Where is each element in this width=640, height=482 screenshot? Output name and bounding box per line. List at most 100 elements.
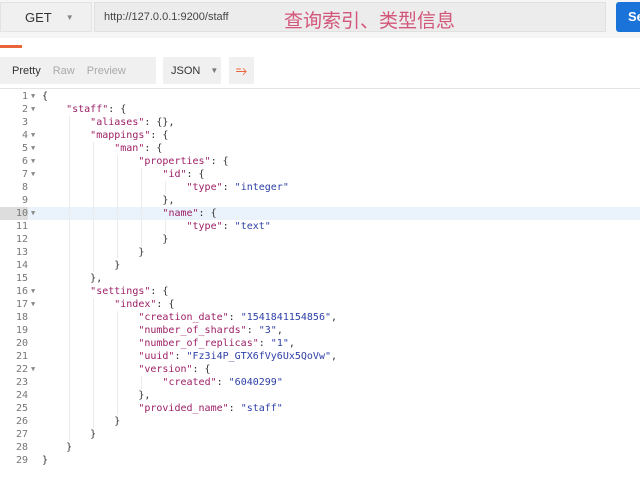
fold-toggle-icon[interactable]: ▼ xyxy=(28,363,42,376)
fold-gutter xyxy=(28,116,42,129)
code-line: 6 ▼ "properties": { xyxy=(0,155,640,168)
fold-toggle-icon[interactable]: ▼ xyxy=(28,298,42,311)
code-text: } xyxy=(42,441,72,454)
json-punctuation: : xyxy=(246,325,259,336)
fold-toggle-icon[interactable]: ▼ xyxy=(28,142,42,155)
fold-gutter xyxy=(28,259,42,272)
json-key: "index" xyxy=(114,299,157,310)
code-line: 20 "number_of_replicas": "1", xyxy=(0,337,640,350)
json-string: "text" xyxy=(234,221,271,232)
code-line: 23 "created": "6040299" xyxy=(0,376,640,389)
json-key: "mappings" xyxy=(90,130,151,141)
indent-guide xyxy=(165,220,166,233)
fold-toggle-icon[interactable]: ▼ xyxy=(28,207,42,220)
wrap-lines-icon: ⥱ xyxy=(235,62,248,78)
code-line: 12 } xyxy=(0,233,640,246)
indent-guide xyxy=(69,116,70,129)
indent-guide xyxy=(93,298,94,311)
indent-guide xyxy=(93,168,94,181)
active-tab-indicator xyxy=(0,45,22,48)
format-select[interactable]: JSON ▼ xyxy=(163,57,221,84)
fold-gutter xyxy=(28,376,42,389)
code-text: "provided_name": "staff" xyxy=(42,402,283,415)
indent-guide xyxy=(69,129,70,142)
indent-guide xyxy=(69,363,70,376)
json-punctuation: : { xyxy=(186,169,205,180)
indent-guide xyxy=(69,324,70,337)
indent-guide xyxy=(69,376,70,389)
json-punctuation: : { xyxy=(108,104,127,115)
indent-guide xyxy=(141,181,142,194)
json-punctuation: : xyxy=(228,312,241,323)
json-string: "Fz3i4P_GTX6fVy6Ux5QoVw" xyxy=(186,351,332,362)
line-number: 5 xyxy=(21,143,28,154)
code-text: "id": { xyxy=(42,168,205,181)
indent-guide xyxy=(117,155,118,168)
code-line: 5 ▼ "man": { xyxy=(0,142,640,155)
code-line: 13 } xyxy=(0,246,640,259)
code-text: "settings": { xyxy=(42,285,168,298)
code-text: "index": { xyxy=(42,298,174,311)
json-punctuation: : { xyxy=(210,156,229,167)
line-number: 6 xyxy=(21,156,28,167)
json-punctuation: : xyxy=(228,403,241,414)
code-line: 25 "provided_name": "staff" xyxy=(0,402,640,415)
line-number: 3 xyxy=(21,117,28,128)
json-key: "type" xyxy=(186,221,223,232)
indent-guide xyxy=(117,194,118,207)
indent-guide xyxy=(69,246,70,259)
fold-toggle-icon[interactable]: ▼ xyxy=(28,129,42,142)
json-key: "provided_name" xyxy=(138,403,229,414)
line-number: 20 xyxy=(15,338,28,349)
indent-guide xyxy=(93,363,94,376)
response-body-editor[interactable]: 1 ▼{2 ▼ "staff": {3 "aliases": {}, 4 ▼ "mapp… xyxy=(0,90,640,467)
indent-guide xyxy=(69,337,70,350)
line-number: 10 xyxy=(0,207,28,220)
fold-toggle-icon[interactable]: ▼ xyxy=(28,103,42,116)
json-key: "uuid" xyxy=(138,351,175,362)
fold-toggle-icon[interactable]: ▼ xyxy=(28,155,42,168)
indent-guide xyxy=(69,298,70,311)
code-line: 28 } xyxy=(0,441,640,454)
json-punctuation: } xyxy=(114,416,121,427)
indent-guide xyxy=(69,428,70,441)
line-number: 7 xyxy=(21,169,28,180)
fold-toggle-icon[interactable]: ▼ xyxy=(28,90,42,103)
code-line: 19 "number_of_shards": "3", xyxy=(0,324,640,337)
code-text: "number_of_replicas": "1", xyxy=(42,337,295,350)
send-button[interactable]: Se xyxy=(616,2,640,32)
indent-guide xyxy=(141,207,142,220)
json-key: "id" xyxy=(162,169,187,180)
indent-guide xyxy=(69,155,70,168)
code-text: "number_of_shards": "3", xyxy=(42,324,283,337)
view-pretty[interactable]: Pretty xyxy=(0,65,41,77)
code-line: 8 "type": "integer" xyxy=(0,181,640,194)
line-number: 23 xyxy=(15,377,28,388)
line-number: 24 xyxy=(15,390,28,401)
view-preview[interactable]: Preview xyxy=(75,65,126,77)
fold-toggle-icon[interactable]: ▼ xyxy=(28,168,42,181)
fold-gutter xyxy=(28,246,42,259)
code-text: "aliases": {}, xyxy=(42,116,174,129)
json-punctuation: } xyxy=(90,429,97,440)
json-punctuation: }, xyxy=(138,390,151,401)
json-punctuation: } xyxy=(42,455,49,466)
fold-toggle-icon[interactable]: ▼ xyxy=(28,285,42,298)
fold-gutter xyxy=(28,389,42,402)
line-number: 14 xyxy=(15,260,28,271)
code-text: "staff": { xyxy=(42,103,126,116)
code-line: 9 }, xyxy=(0,194,640,207)
indent-guide xyxy=(141,376,142,389)
method-select[interactable]: GET ▼ xyxy=(0,2,92,32)
indent-guide xyxy=(93,350,94,363)
json-punctuation: , xyxy=(331,351,338,362)
line-number: 25 xyxy=(15,403,28,414)
json-punctuation: : { xyxy=(198,208,217,219)
indent-guide xyxy=(117,220,118,233)
view-raw[interactable]: Raw xyxy=(41,65,75,77)
view-mode-segment: Pretty Raw Preview xyxy=(0,57,156,84)
indent-guide xyxy=(93,376,94,389)
wrap-lines-button[interactable]: ⥱ xyxy=(229,57,254,84)
code-text: } xyxy=(42,454,48,467)
indent-guide xyxy=(117,207,118,220)
